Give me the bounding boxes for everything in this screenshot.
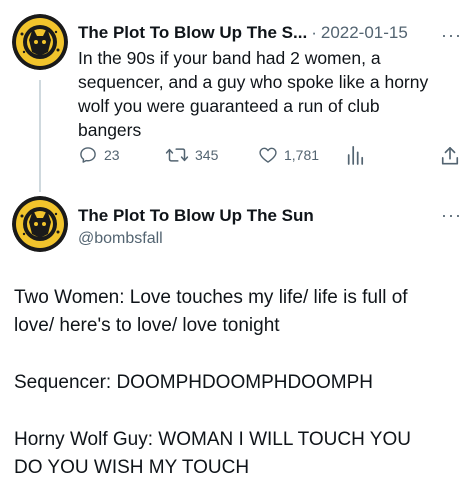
- tweet-line: sequencer, and a guy who spoke like a ho…: [78, 72, 429, 92]
- avatar[interactable]: [12, 14, 68, 70]
- reply-count: 23: [104, 147, 120, 163]
- share-button[interactable]: [440, 145, 460, 167]
- band-logo-icon: [12, 14, 68, 70]
- thread-line: [39, 80, 41, 192]
- retweet-count: 345: [195, 147, 219, 163]
- retweet-icon: [165, 148, 189, 162]
- analytics-icon: [347, 146, 364, 165]
- tweet-body-line: love/ here's to love/ love tonight: [14, 315, 280, 336]
- author-name[interactable]: The Plot To Blow Up The S...: [78, 23, 307, 42]
- author-handle[interactable]: @bombsfall: [78, 230, 163, 248]
- tweet-date[interactable]: 2022-01-15: [321, 23, 408, 42]
- like-count: 1,781: [284, 147, 320, 163]
- tweet-body-line: DO YOU WISH MY TOUCH: [14, 457, 250, 478]
- retweet-button[interactable]: 345: [165, 145, 218, 165]
- more-options-icon[interactable]: ···: [441, 26, 462, 44]
- band-logo-icon: [12, 196, 68, 252]
- more-options-icon[interactable]: ···: [441, 206, 462, 224]
- reply-button[interactable]: 23: [78, 145, 120, 165]
- analytics-button[interactable]: [346, 145, 364, 165]
- tweet-actions: 23 345 1,781: [78, 145, 462, 173]
- tweet-body-line: Sequencer: DOOMPHDOOMPHDOOMPH: [14, 372, 373, 393]
- separator: ·: [311, 23, 317, 42]
- author-name[interactable]: The Plot To Blow Up The Sun: [78, 206, 314, 226]
- share-icon: [441, 147, 459, 165]
- reply-icon: [80, 147, 96, 163]
- like-button[interactable]: 1,781: [258, 145, 319, 165]
- tweet-body-line: Horny Wolf Guy: WOMAN I WILL TOUCH YOU: [14, 429, 411, 450]
- tweet-line: wolf you were guaranteed a run of club: [78, 96, 380, 116]
- tweet-line: In the 90s if your band had 2 women, a: [78, 48, 381, 68]
- tweet1-header: The Plot To Blow Up The S... · 2022-01-15: [78, 23, 408, 43]
- tweet-line: bangers: [78, 120, 142, 140]
- avatar[interactable]: [12, 196, 68, 252]
- like-icon: [259, 147, 277, 163]
- tweet-body-line: Two Women: Love touches my life/ life is…: [14, 287, 408, 308]
- tweet1-text: In the 90s if your band had 2 women, a s…: [78, 46, 458, 142]
